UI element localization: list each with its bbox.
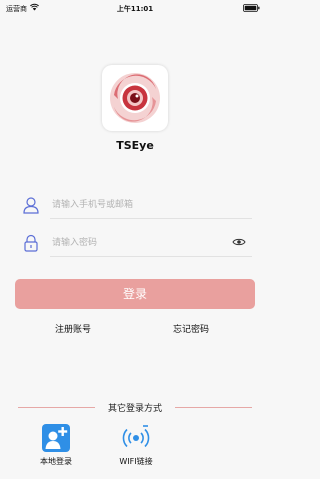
app-name: TSEye: [116, 139, 154, 152]
clock: 上午11:01: [116, 5, 154, 13]
field-underline: [50, 256, 252, 257]
password-input[interactable]: [52, 235, 222, 251]
register-link[interactable]: 注册账号: [55, 322, 91, 335]
battery-icon: [243, 4, 260, 12]
forgot-password-link[interactable]: 忘记密码: [173, 322, 209, 335]
lock-icon: [24, 234, 38, 252]
user-icon: [23, 197, 39, 214]
local-login-label: 本地登录: [40, 457, 72, 466]
wifi-link-option[interactable]: WIFI链接: [106, 423, 166, 467]
field-underline: [50, 218, 252, 219]
app-logo: [102, 65, 168, 131]
status-bar: 运营商 上午11:01: [0, 0, 270, 16]
phone-email-input[interactable]: [52, 197, 222, 213]
divider-right: [175, 407, 252, 408]
wifi-link-label: WIFI链接: [119, 457, 153, 466]
wifi-broadcast-icon: [122, 425, 150, 448]
show-password-eye-icon[interactable]: [232, 237, 246, 247]
login-button[interactable]: 登录: [15, 279, 255, 309]
phone-email-field: [18, 191, 252, 219]
eye-logo-icon: [110, 73, 160, 123]
password-field: [18, 229, 252, 257]
local-user-add-icon: [42, 424, 70, 452]
local-login-option[interactable]: 本地登录: [26, 423, 86, 467]
